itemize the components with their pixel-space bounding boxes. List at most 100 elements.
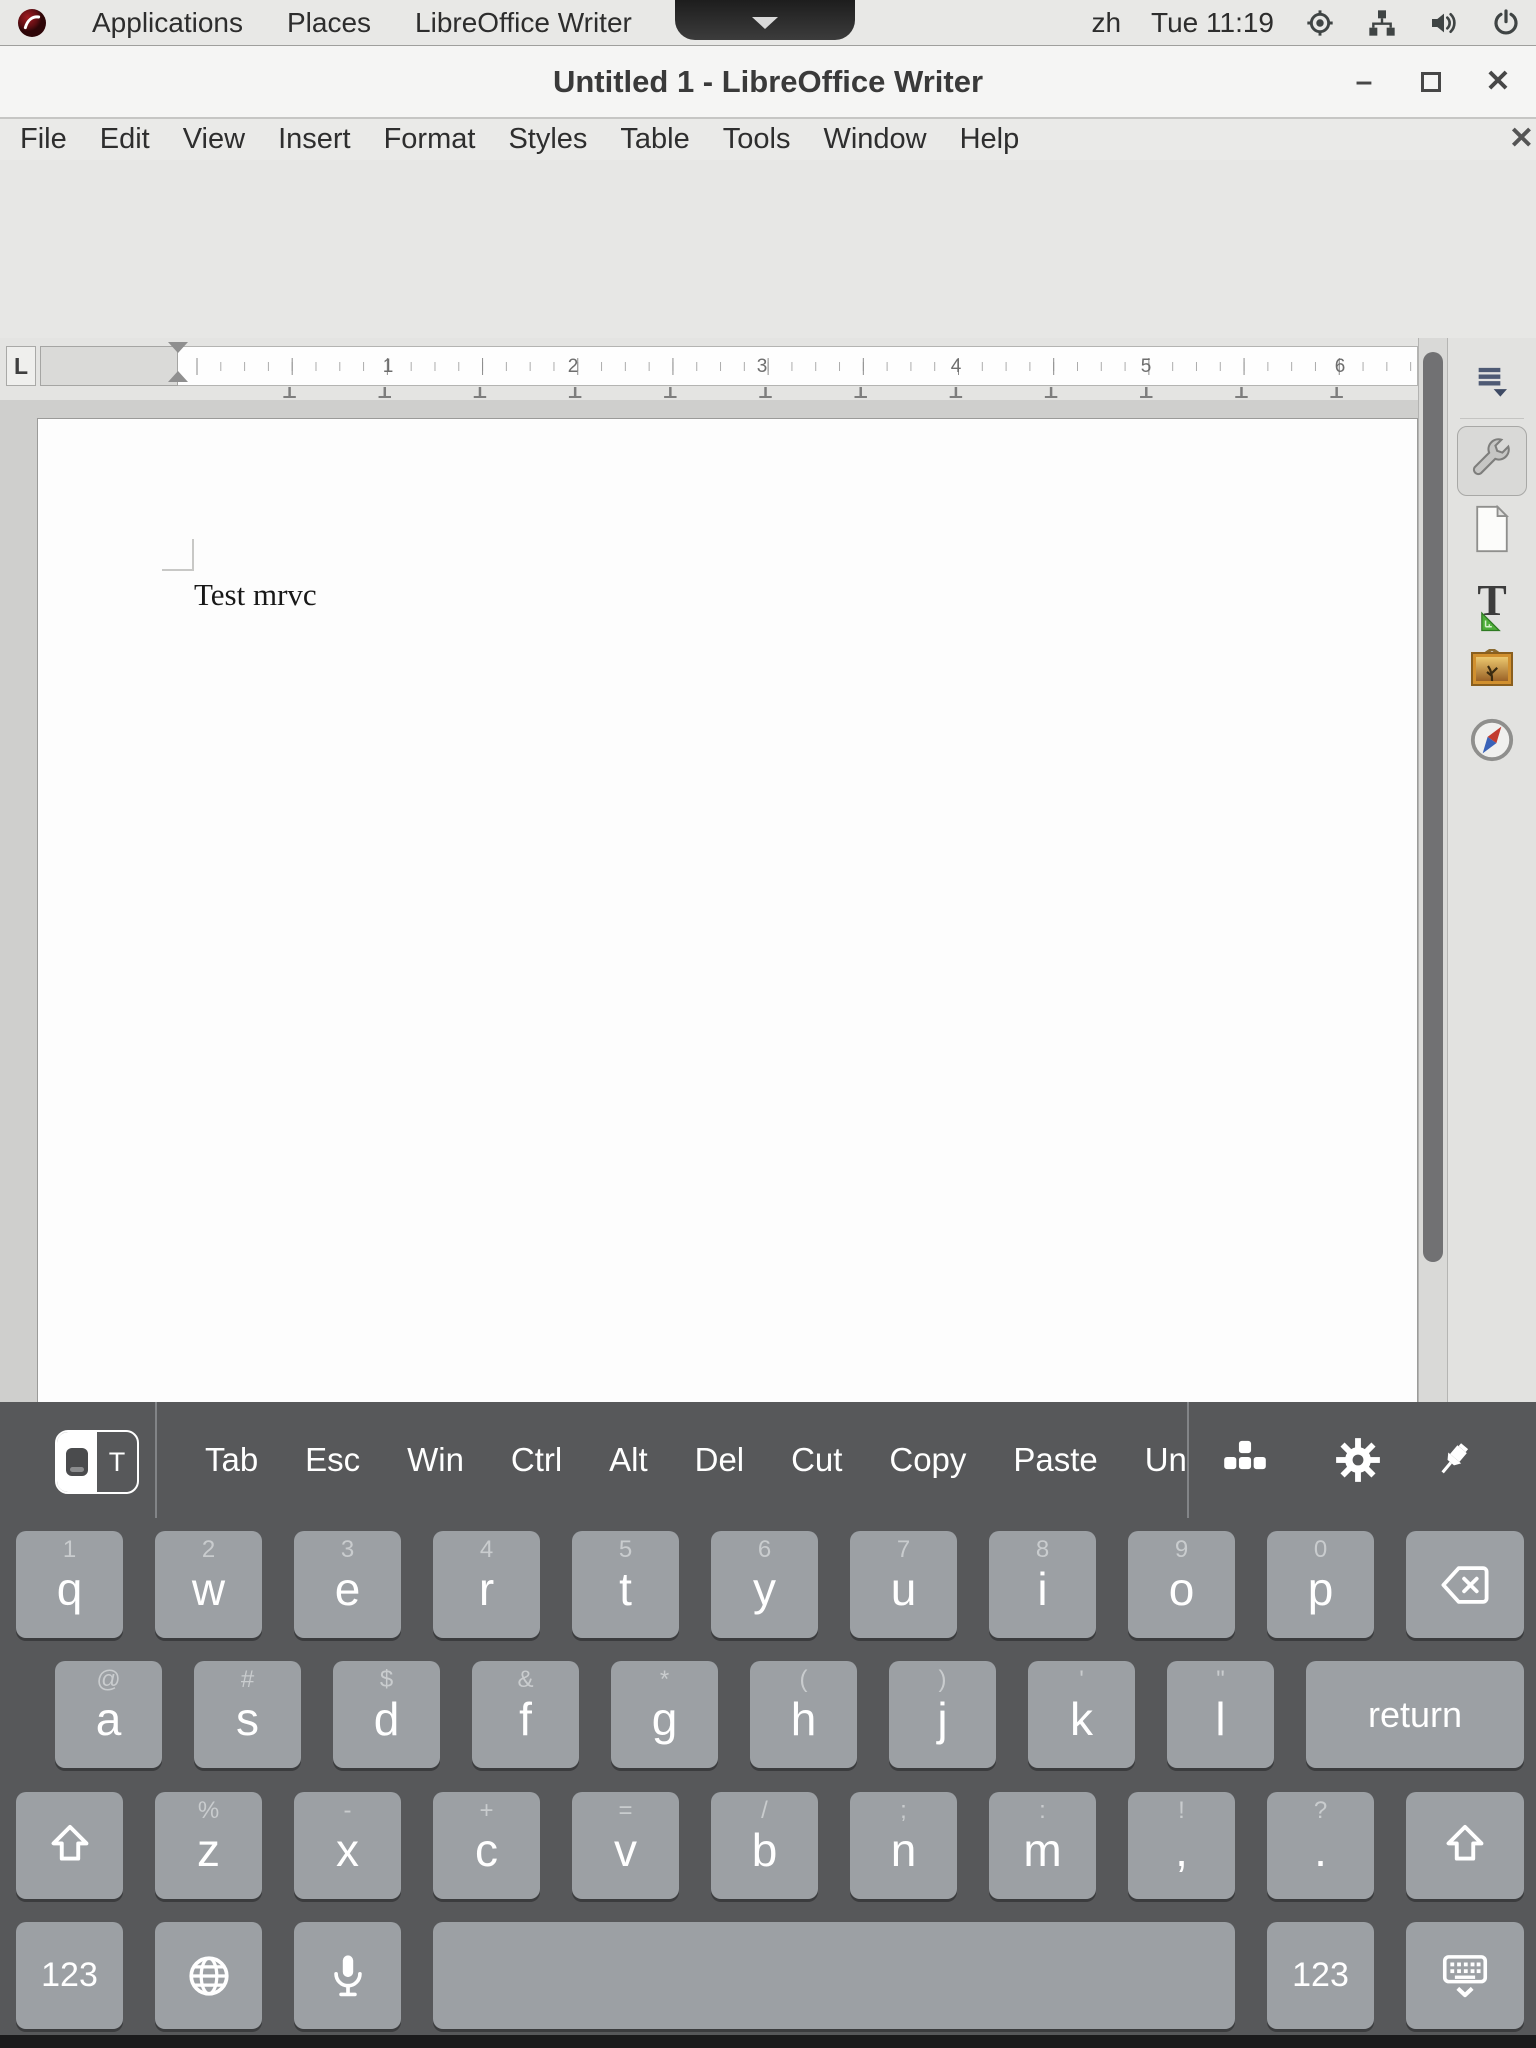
extra-key[interactable]: Del [695, 1441, 745, 1479]
globe-key[interactable] [155, 1922, 262, 2029]
close-document-button[interactable]: ✕ [1509, 121, 1534, 156]
menu-styles[interactable]: Styles [508, 123, 587, 156]
menu-insert[interactable]: Insert [278, 123, 351, 156]
extra-key[interactable]: Win [407, 1441, 464, 1479]
text-mode-option[interactable]: T [97, 1432, 137, 1492]
minimize-button[interactable]: – [1336, 46, 1392, 117]
letter-key[interactable]: +c [433, 1792, 540, 1899]
return-key[interactable]: return [1306, 1661, 1524, 1768]
letter-key[interactable]: 1q [16, 1531, 123, 1638]
menu-file[interactable]: File [20, 123, 67, 156]
shift-key-right[interactable] [1406, 1792, 1524, 1899]
letter-key[interactable]: %z [155, 1792, 262, 1899]
extra-key[interactable]: Esc [305, 1441, 360, 1479]
letter-key[interactable]: /b [711, 1792, 818, 1899]
extra-key[interactable]: Cut [791, 1441, 842, 1479]
extra-key[interactable]: Tab [205, 1441, 258, 1479]
window-title-bar[interactable]: Untitled 1 - LibreOffice Writer – ✕ [0, 46, 1536, 119]
applications-menu[interactable]: Applications [92, 7, 243, 39]
clock[interactable]: Tue 11:19 [1151, 7, 1274, 39]
power-icon[interactable] [1490, 7, 1522, 39]
letter-key[interactable]: *g [611, 1661, 718, 1768]
menu-table[interactable]: Table [620, 123, 689, 156]
letter-key[interactable]: 8i [989, 1531, 1096, 1638]
input-mode-toggle[interactable]: T [55, 1430, 139, 1494]
menu-edit[interactable]: Edit [100, 123, 150, 156]
menu-view[interactable]: View [183, 123, 245, 156]
letter-key[interactable]: 0p [1267, 1531, 1374, 1638]
keyboard-extra-row: T Tab Esc Win Ctrl Alt Del Cut Copy Paste Un [0, 1402, 1536, 1518]
letter-key[interactable]: =v [572, 1792, 679, 1899]
letter-key[interactable]: (h [750, 1661, 857, 1768]
vertical-scrollbar[interactable] [1418, 338, 1447, 1402]
places-menu[interactable]: Places [287, 7, 371, 39]
letter-key[interactable]: 7u [850, 1531, 957, 1638]
indent-marker-bottom[interactable] [168, 371, 188, 382]
letter-key[interactable]: -x [294, 1792, 401, 1899]
apps-grid-icon[interactable] [1219, 1434, 1271, 1486]
extra-key[interactable]: Copy [889, 1441, 966, 1479]
sidebar-settings-button[interactable] [1472, 360, 1512, 400]
letter-key[interactable]: )j [889, 1661, 996, 1768]
letter-key[interactable]: "l [1167, 1661, 1274, 1768]
dictation-mic-key[interactable] [294, 1922, 401, 2029]
menu-format[interactable]: Format [384, 123, 476, 156]
fedora-logo-icon[interactable] [16, 7, 48, 39]
letter-key[interactable]: ;n [850, 1792, 957, 1899]
letter-key[interactable]: 2w [155, 1531, 262, 1638]
backspace-key[interactable] [1406, 1531, 1524, 1638]
letter-key[interactable]: 5t [572, 1531, 679, 1638]
window-title: Untitled 1 - LibreOffice Writer [0, 64, 1536, 100]
pin-icon[interactable] [1430, 1437, 1476, 1483]
extra-key[interactable]: Un [1145, 1441, 1187, 1479]
sidebar-tab-gallery[interactable] [1468, 649, 1516, 689]
sidebar-tab-navigator[interactable] [1469, 717, 1515, 763]
extra-key[interactable]: Ctrl [511, 1441, 562, 1479]
sidebar-tab-properties[interactable] [1457, 426, 1527, 496]
menu-help[interactable]: Help [960, 123, 1020, 156]
document-text[interactable]: Test mrvc [194, 577, 317, 613]
close-button[interactable]: ✕ [1470, 46, 1526, 117]
active-app-menu[interactable]: LibreOffice Writer [415, 7, 632, 39]
sidebar-separator [1460, 418, 1524, 419]
numbers-key-left[interactable]: 123 [16, 1922, 123, 2029]
hide-keyboard-key[interactable] [1406, 1922, 1524, 2029]
menu-window[interactable]: Window [823, 123, 926, 156]
extra-key[interactable]: Paste [1013, 1441, 1097, 1479]
crosshair-icon[interactable] [1304, 7, 1336, 39]
space-bar[interactable] [433, 1922, 1235, 2029]
menu-tools[interactable]: Tools [723, 123, 791, 156]
numbers-key-right[interactable]: 123 [1267, 1922, 1374, 2029]
input-language-indicator[interactable]: zh [1091, 7, 1121, 39]
remote-app-pull-tab[interactable] [675, 0, 855, 40]
tab-stop-type-selector[interactable]: L [6, 346, 36, 386]
horizontal-ruler[interactable]: 1 2 3 4 5 6 [40, 346, 1418, 386]
sidebar-tab-styles[interactable]: T [1477, 579, 1506, 623]
letter-key[interactable]: 'k [1028, 1661, 1135, 1768]
pointer-mode-option[interactable] [57, 1432, 97, 1492]
letter-key[interactable]: ?. [1267, 1792, 1374, 1899]
letter-key[interactable]: 4r [433, 1531, 540, 1638]
indent-marker-top[interactable] [168, 342, 188, 353]
document-page[interactable]: Test mrvc [37, 418, 1418, 1402]
letter-key[interactable]: 6y [711, 1531, 818, 1638]
letter-key[interactable]: #s [194, 1661, 301, 1768]
letter-key[interactable]: :m [989, 1792, 1096, 1899]
extra-key[interactable]: Alt [609, 1441, 648, 1479]
letter-key[interactable]: $d [333, 1661, 440, 1768]
letter-key[interactable]: 9o [1128, 1531, 1235, 1638]
letter-key[interactable]: @a [55, 1661, 162, 1768]
settings-gear-icon[interactable] [1333, 1435, 1383, 1485]
keyboard-row-1: 1q 2w 3e 4r 5t 6y 7u 8i 9o 0p [16, 1531, 1374, 1638]
letter-key[interactable]: !, [1128, 1792, 1235, 1899]
maximize-button[interactable] [1403, 46, 1459, 117]
shift-key-left[interactable] [16, 1792, 123, 1899]
scrollbar-thumb[interactable] [1423, 352, 1443, 1262]
sidebar-tab-page[interactable] [1470, 505, 1514, 553]
ruler-number: 6 [1335, 347, 1346, 387]
volume-icon[interactable] [1428, 7, 1460, 39]
network-icon[interactable] [1366, 7, 1398, 39]
letter-key[interactable]: 3e [294, 1531, 401, 1638]
ruler-number: 2 [568, 347, 579, 387]
letter-key[interactable]: &f [472, 1661, 579, 1768]
